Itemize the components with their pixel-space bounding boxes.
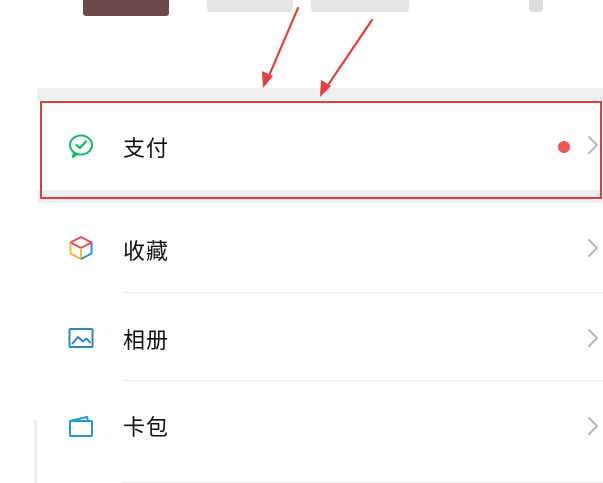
qr-code-icon[interactable] [529,0,543,12]
profile-name-blurred [207,0,293,12]
menu-item-label: 收藏 [123,240,170,265]
menu-panel: 支付 收藏 相册 卡包 [37,0,603,483]
avatar[interactable] [83,0,169,16]
photo-album-icon [68,328,94,348]
profile-header[interactable] [37,0,603,88]
profile-id-blurred [311,0,409,12]
menu-item-album[interactable]: 相册 [37,293,603,381]
menu-item-label: 卡包 [123,416,170,441]
menu-item-label: 相册 [123,329,170,354]
chevron-right-icon [588,417,598,435]
wechat-me-screen: 支付 收藏 相册 卡包 [0,0,603,483]
chevron-right-icon [588,239,598,257]
card-wallet-icon [69,416,93,437]
favorites-cube-icon [69,236,93,260]
menu-item-cards[interactable]: 卡包 [37,381,603,483]
edge-mark [34,420,37,483]
menu-item-favorites[interactable]: 收藏 [37,203,603,293]
left-gutter [0,0,37,483]
section-separator [37,88,603,100]
chevron-right-icon [588,329,598,347]
annotation-highlight-box [40,101,602,199]
